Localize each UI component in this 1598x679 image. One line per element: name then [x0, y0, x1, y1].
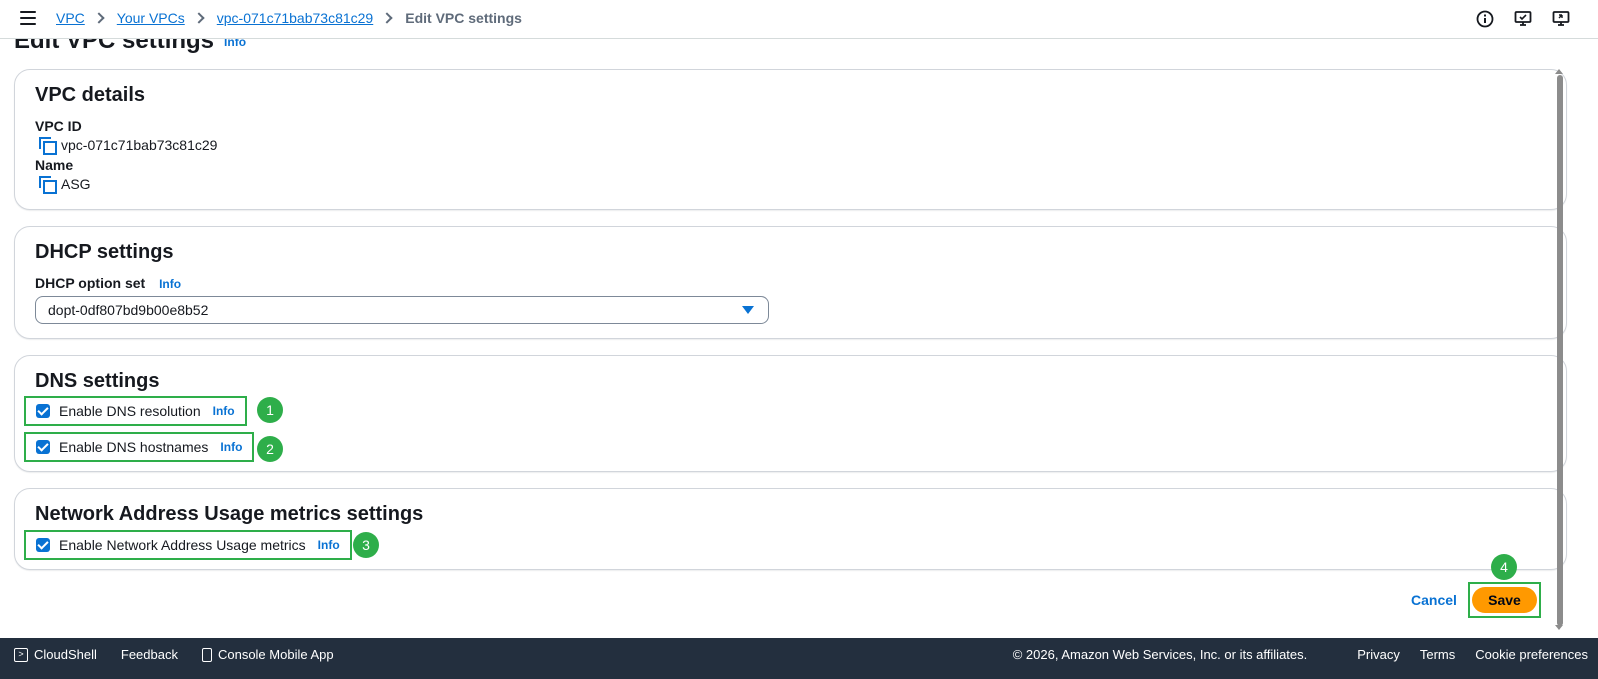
dhcp-settings-heading: DHCP settings [35, 241, 174, 263]
nau-settings-heading: Network Address Usage metrics settings [35, 503, 424, 525]
cookie-preferences-link[interactable]: Cookie preferences [1475, 647, 1588, 662]
screen-feedback-icon[interactable] [1514, 10, 1532, 28]
main-content: Edit VPC settings Info VPC details VPC ID… [0, 39, 1598, 650]
dns-resolution-info-link[interactable]: Info [213, 404, 235, 418]
copy-icon[interactable] [39, 137, 57, 155]
chevron-right-icon [93, 12, 105, 24]
privacy-link[interactable]: Privacy [1357, 647, 1400, 662]
annotation-badge-1: 1 [257, 397, 283, 423]
footer-left: > CloudShell Feedback Console Mobile App [14, 647, 358, 662]
vpc-id-text: vpc-071c71bab73c81c29 [61, 137, 218, 153]
cancel-button[interactable]: Cancel [1411, 592, 1457, 608]
chevron-right-icon [381, 12, 393, 24]
footer-right: © 2026, Amazon Web Services, Inc. or its… [1013, 647, 1588, 662]
screen-share-icon[interactable] [1552, 10, 1570, 28]
feedback-label: Feedback [120, 647, 178, 662]
dhcp-settings-panel: DHCP settings DHCP option set Info dopt-… [14, 226, 1567, 339]
dhcp-option-label-text: DHCP option set [35, 275, 146, 291]
nau-checkbox[interactable] [36, 538, 50, 552]
breadcrumb-vpc-id[interactable]: vpc-071c71bab73c81c29 [217, 10, 373, 26]
dhcp-option-set-select[interactable]: dopt-0df807bd9b00e8b52 [35, 296, 769, 324]
save-button[interactable]: Save [1472, 587, 1537, 613]
caret-down-icon [742, 306, 754, 314]
dns-resolution-checkbox-row[interactable]: Enable DNS resolution Info [24, 396, 247, 426]
console-mobile-app-button[interactable]: Console Mobile App [201, 647, 334, 662]
dns-hostnames-checkbox-row[interactable]: Enable DNS hostnames Info [24, 432, 255, 462]
dns-hostnames-info-link[interactable]: Info [220, 440, 242, 454]
dns-hostnames-checkbox[interactable] [36, 440, 50, 454]
annotation-badge-4: 4 [1491, 554, 1517, 580]
scroll-down-icon[interactable] [1555, 625, 1563, 630]
chevron-right-icon [193, 12, 205, 24]
dns-resolution-label: Enable DNS resolution [59, 403, 201, 419]
dns-settings-heading: DNS settings [35, 370, 160, 392]
terms-link[interactable]: Terms [1420, 647, 1455, 662]
mobile-app-label: Console Mobile App [217, 647, 334, 662]
page-title-text: Edit VPC settings [14, 39, 215, 54]
vpc-name-value: ASG [39, 176, 91, 194]
copyright-text: © 2026, Amazon Web Services, Inc. or its… [1012, 647, 1308, 662]
vpc-name-label: Name [35, 157, 74, 173]
dhcp-info-link[interactable]: Info [159, 277, 181, 291]
dns-resolution-checkbox[interactable] [36, 404, 50, 418]
breadcrumb-current: Edit VPC settings [405, 10, 522, 26]
nau-label: Enable Network Address Usage metrics [59, 537, 306, 553]
nau-checkbox-row[interactable]: Enable Network Address Usage metrics Inf… [24, 530, 352, 560]
mobile-icon [201, 647, 212, 662]
scroll-up-icon[interactable] [1555, 69, 1563, 74]
page-info-link[interactable]: Info [224, 39, 246, 49]
terminal-icon: > [14, 647, 28, 662]
vpc-name-text: ASG [61, 176, 91, 192]
vpc-details-heading: VPC details [35, 84, 146, 106]
annotation-badge-3: 3 [353, 532, 379, 558]
top-navigation-bar: VPC Your VPCs vpc-071c71bab73c81c29 Edit… [0, 0, 1598, 39]
cloudshell-button[interactable]: > CloudShell [14, 647, 97, 662]
breadcrumb-vpc[interactable]: VPC [56, 10, 85, 26]
info-icon[interactable] [1476, 10, 1494, 28]
menu-icon[interactable] [20, 11, 36, 25]
nau-info-link[interactable]: Info [318, 538, 340, 552]
cloudshell-label: CloudShell [34, 647, 97, 662]
copy-icon[interactable] [39, 176, 57, 194]
dns-hostnames-label: Enable DNS hostnames [59, 439, 209, 455]
dhcp-option-label: DHCP option set Info [35, 275, 181, 291]
annotation-badge-2: 2 [257, 436, 283, 462]
dhcp-selected-value: dopt-0df807bd9b00e8b52 [48, 302, 209, 318]
scrollbar-thumb[interactable] [1557, 75, 1563, 626]
breadcrumb: VPC Your VPCs vpc-071c71bab73c81c29 Edit… [56, 10, 522, 26]
vpc-id-label: VPC ID [35, 118, 82, 134]
breadcrumb-your-vpcs[interactable]: Your VPCs [117, 10, 185, 26]
vpc-details-panel: VPC details VPC ID vpc-071c71bab73c81c29… [14, 69, 1567, 210]
page-title: Edit VPC settings Info [14, 39, 246, 55]
vpc-id-value: vpc-071c71bab73c81c29 [39, 137, 218, 155]
top-icons [1476, 10, 1570, 28]
footer: > CloudShell Feedback Console Mobile App… [0, 638, 1598, 679]
feedback-button[interactable]: Feedback [121, 647, 178, 662]
